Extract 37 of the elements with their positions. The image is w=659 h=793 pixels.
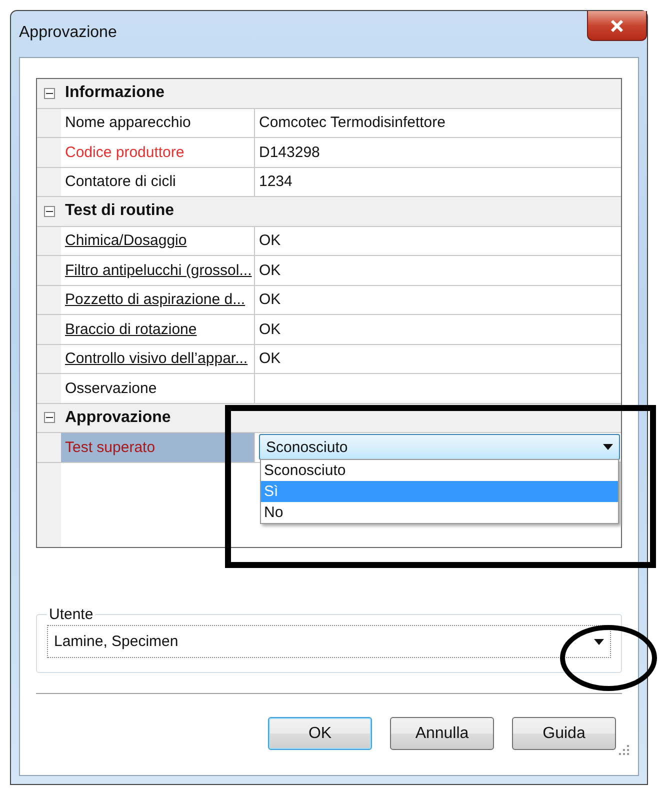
- collapse-icon[interactable]: [44, 88, 54, 99]
- collapse-icon[interactable]: [44, 206, 54, 217]
- close-icon: [610, 20, 624, 32]
- dropdown-option[interactable]: Sconosciuto: [261, 460, 618, 482]
- collapse-icon[interactable]: [44, 412, 54, 424]
- close-button[interactable]: [587, 11, 647, 41]
- dropdown-arrow-icon: [603, 444, 613, 450]
- property-name[interactable]: Filtro antipelucchi (grossol...: [61, 256, 255, 284]
- property-value: D143298: [259, 144, 320, 161]
- dropdown-option[interactable]: No: [261, 502, 618, 524]
- property-value: Comcotec Termodisinfettore: [259, 114, 446, 132]
- property-name[interactable]: Chimica/Dosaggio: [61, 226, 255, 255]
- dialog-button[interactable]: Annulla: [390, 717, 494, 750]
- property-name[interactable]: Pozzetto di aspirazione d...: [61, 286, 255, 314]
- property-name[interactable]: Controllo visivo dell’appar...: [61, 344, 255, 373]
- section-header: Informazione: [64, 84, 166, 102]
- property-value: OK: [259, 262, 281, 279]
- resize-grip-icon[interactable]: [618, 744, 630, 756]
- property-name[interactable]: Braccio di rotazione: [61, 315, 255, 344]
- dialog-button[interactable]: OK: [268, 717, 372, 750]
- property-value: OK: [259, 232, 281, 250]
- property-name[interactable]: Test superato: [61, 433, 255, 462]
- window-title: Approvazione: [19, 24, 117, 42]
- section-header: Approvazione: [64, 408, 172, 427]
- dropdown-arrow-icon: [594, 638, 604, 644]
- user-dropdown[interactable]: Lamine, Specimen: [47, 625, 611, 658]
- section-header: Test di routine: [64, 202, 176, 220]
- dialog-button[interactable]: Guida: [512, 717, 616, 750]
- property-value: OK: [259, 350, 281, 368]
- property-name[interactable]: Codice produttore: [61, 138, 255, 166]
- property-name[interactable]: Nome apparecchio: [61, 108, 255, 137]
- property-value: OK: [259, 291, 281, 308]
- property-name[interactable]: Osservazione: [61, 374, 255, 402]
- group-label: Utente: [48, 606, 94, 623]
- property-value: OK: [259, 320, 281, 338]
- property-value: 1234: [259, 173, 292, 190]
- property-name[interactable]: Contatore di cicli: [61, 168, 255, 196]
